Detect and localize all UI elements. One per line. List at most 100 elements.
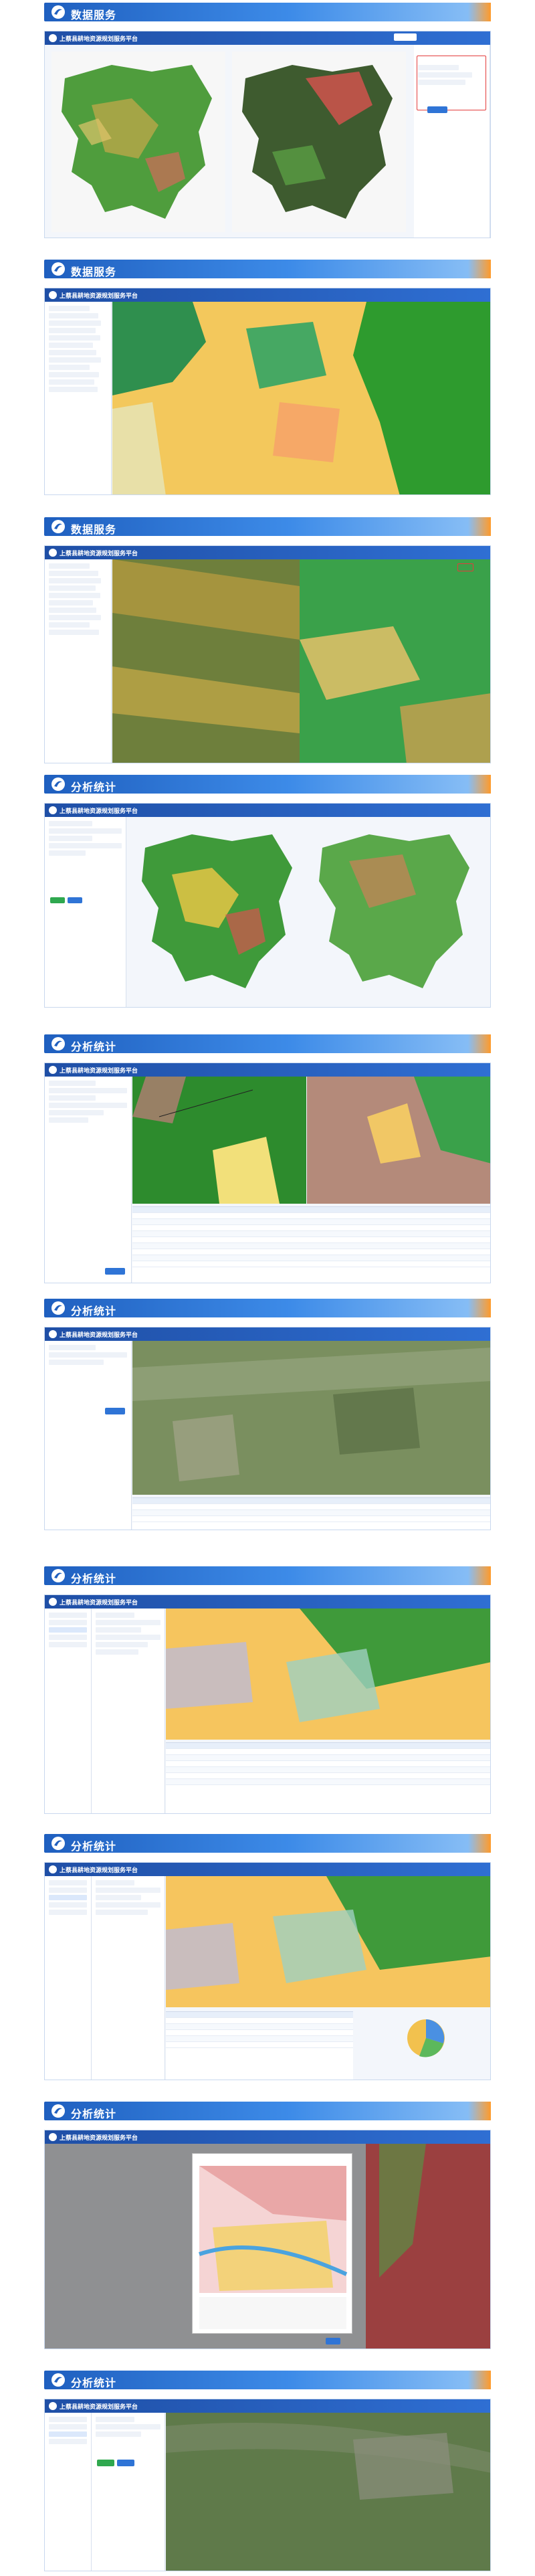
- app-logo-icon: [49, 34, 57, 42]
- satellite-map[interactable]: [132, 1341, 490, 1495]
- section-analysis-7: 分析统计 上蔡县耕地资源规划服务平台: [44, 2371, 491, 2571]
- analysis-panel[interactable]: [92, 2413, 165, 2571]
- option-button[interactable]: [50, 897, 65, 903]
- map-view[interactable]: [166, 1876, 490, 2007]
- action-button[interactable]: [117, 2460, 134, 2466]
- section-data-service-2: 数据服务 上蔡县耕地资源规划服务平台: [44, 260, 491, 495]
- screenshot-frame: 上蔡县耕地资源规划服务平台: [44, 1327, 491, 1530]
- option-button[interactable]: [68, 897, 82, 903]
- section-banner: 分析统计: [44, 2102, 491, 2120]
- map-right[interactable]: [309, 821, 483, 1002]
- section-data-service-1: 数据服务 上蔡县耕地资源规划服务平台: [44, 3, 491, 238]
- map-left[interactable]: [51, 52, 225, 232]
- section-banner: 分析统计: [44, 1566, 491, 1585]
- banner-logo-icon: [51, 520, 65, 533]
- app-title: 上蔡县耕地资源规划服务平台: [60, 293, 138, 300]
- section-analysis-4: 分析统计 上蔡县耕地资源规划服务平台: [44, 1566, 491, 1814]
- section-title: 分析统计: [71, 781, 117, 794]
- section-title: 数据服务: [71, 9, 117, 21]
- section-title: 分析统计: [71, 2377, 117, 2389]
- section-title: 分析统计: [71, 1305, 117, 1317]
- result-table[interactable]: [132, 1497, 490, 1530]
- app-logo-icon: [49, 1598, 57, 1606]
- analysis-panel[interactable]: [45, 1341, 132, 1530]
- screenshot-frame: 上蔡县耕地资源规划服务平台: [44, 31, 491, 238]
- banner-accent: [468, 1566, 491, 1585]
- analysis-panel[interactable]: [92, 1608, 165, 1813]
- section-banner: 数据服务: [44, 3, 491, 21]
- section-analysis-5: 分析统计 上蔡县耕地资源规划服务平台: [44, 1834, 491, 2080]
- app-title: 上蔡县耕地资源规划服务平台: [60, 2404, 138, 2411]
- app-title: 上蔡县耕地资源规划服务平台: [60, 551, 138, 557]
- map-right[interactable]: [232, 52, 406, 232]
- highlight-box: [457, 563, 473, 571]
- layer-tree[interactable]: [45, 559, 112, 763]
- app-title: 上蔡县耕地资源规划服务平台: [60, 808, 138, 815]
- app-logo-icon: [49, 1330, 57, 1338]
- map-background: [366, 2144, 490, 2349]
- map-left[interactable]: [132, 821, 299, 1002]
- banner-accent: [468, 2102, 491, 2120]
- app-header: 上蔡县耕地资源规划服务平台: [45, 2130, 490, 2144]
- app-header: 上蔡县耕地资源规划服务平台: [45, 1063, 490, 1077]
- banner-logo-icon: [51, 1301, 65, 1315]
- print-button[interactable]: [326, 2338, 340, 2344]
- map-right[interactable]: [307, 1077, 490, 1204]
- section-banner: 数据服务: [44, 517, 491, 536]
- satellite-map[interactable]: [166, 2413, 490, 2571]
- map-left[interactable]: [132, 1077, 306, 1204]
- banner-logo-icon: [51, 1837, 65, 1850]
- app-header: 上蔡县耕地资源规划服务平台: [45, 288, 490, 302]
- section-banner: 分析统计: [44, 1034, 491, 1053]
- result-table[interactable]: [166, 2011, 353, 2080]
- map-right[interactable]: [300, 559, 490, 763]
- section-banner: 分析统计: [44, 775, 491, 794]
- map-view[interactable]: [112, 302, 490, 494]
- app-logo-icon: [49, 1066, 57, 1074]
- map-view[interactable]: [166, 1608, 490, 1740]
- analysis-panel[interactable]: [92, 1876, 165, 2080]
- banner-accent: [468, 1834, 491, 1853]
- result-table[interactable]: [166, 1742, 490, 1813]
- section-banner: 分析统计: [44, 1834, 491, 1853]
- app-nav[interactable]: [385, 33, 485, 41]
- screenshot-frame: 上蔡县耕地资源规划服务平台: [44, 1594, 491, 1814]
- screenshot-frame: 上蔡县耕地资源规划服务平台: [44, 288, 491, 495]
- app-title: 上蔡县耕地资源规划服务平台: [60, 2135, 138, 2142]
- layer-tree[interactable]: [45, 302, 112, 494]
- section-banner: 数据服务: [44, 260, 491, 278]
- result-table[interactable]: [132, 1206, 490, 1283]
- app-title: 上蔡县耕地资源规划服务平台: [60, 1600, 138, 1606]
- banner-accent: [468, 260, 491, 278]
- app-logo-icon: [49, 549, 57, 557]
- analysis-panel[interactable]: [45, 1077, 132, 1283]
- banner-accent: [468, 1034, 491, 1053]
- query-button[interactable]: [105, 1408, 125, 1414]
- section-title: 分析统计: [71, 1840, 117, 1853]
- app-header: 上蔡县耕地资源规划服务平台: [45, 31, 490, 45]
- screenshot-frame: 上蔡县耕地资源规划服务平台: [44, 2130, 491, 2349]
- section-analysis-1: 分析统计 上蔡县耕地资源规划服务平台: [44, 775, 491, 1008]
- app-title: 上蔡县耕地资源规划服务平台: [60, 1867, 138, 1874]
- section-analysis-3: 分析统计 上蔡县耕地资源规划服务平台: [44, 1299, 491, 1530]
- pie-chart: [407, 2019, 445, 2057]
- app-header: 上蔡县耕地资源规划服务平台: [45, 1595, 490, 1608]
- nav-sidebar[interactable]: [45, 1876, 92, 2080]
- section-analysis-6: 分析统计 上蔡县耕地资源规划服务平台: [44, 2102, 491, 2349]
- screenshot-frame: 上蔡县耕地资源规划服务平台: [44, 803, 491, 1008]
- nav-sidebar[interactable]: [45, 1608, 92, 1813]
- query-button[interactable]: [105, 1268, 125, 1275]
- highlight-box: [417, 56, 486, 110]
- confirm-button[interactable]: [427, 106, 447, 113]
- nav-sidebar[interactable]: [45, 2413, 92, 2571]
- banner-accent: [468, 2371, 491, 2389]
- map-left[interactable]: [112, 559, 300, 763]
- banner-logo-icon: [51, 777, 65, 791]
- app-header: 上蔡县耕地资源规划服务平台: [45, 1863, 490, 1876]
- action-button[interactable]: [97, 2460, 114, 2466]
- banner-logo-icon: [51, 1569, 65, 1582]
- print-preview[interactable]: [192, 2153, 352, 2334]
- section-title: 数据服务: [71, 523, 117, 536]
- analysis-panel[interactable]: [45, 817, 126, 1007]
- section-title: 数据服务: [71, 266, 117, 278]
